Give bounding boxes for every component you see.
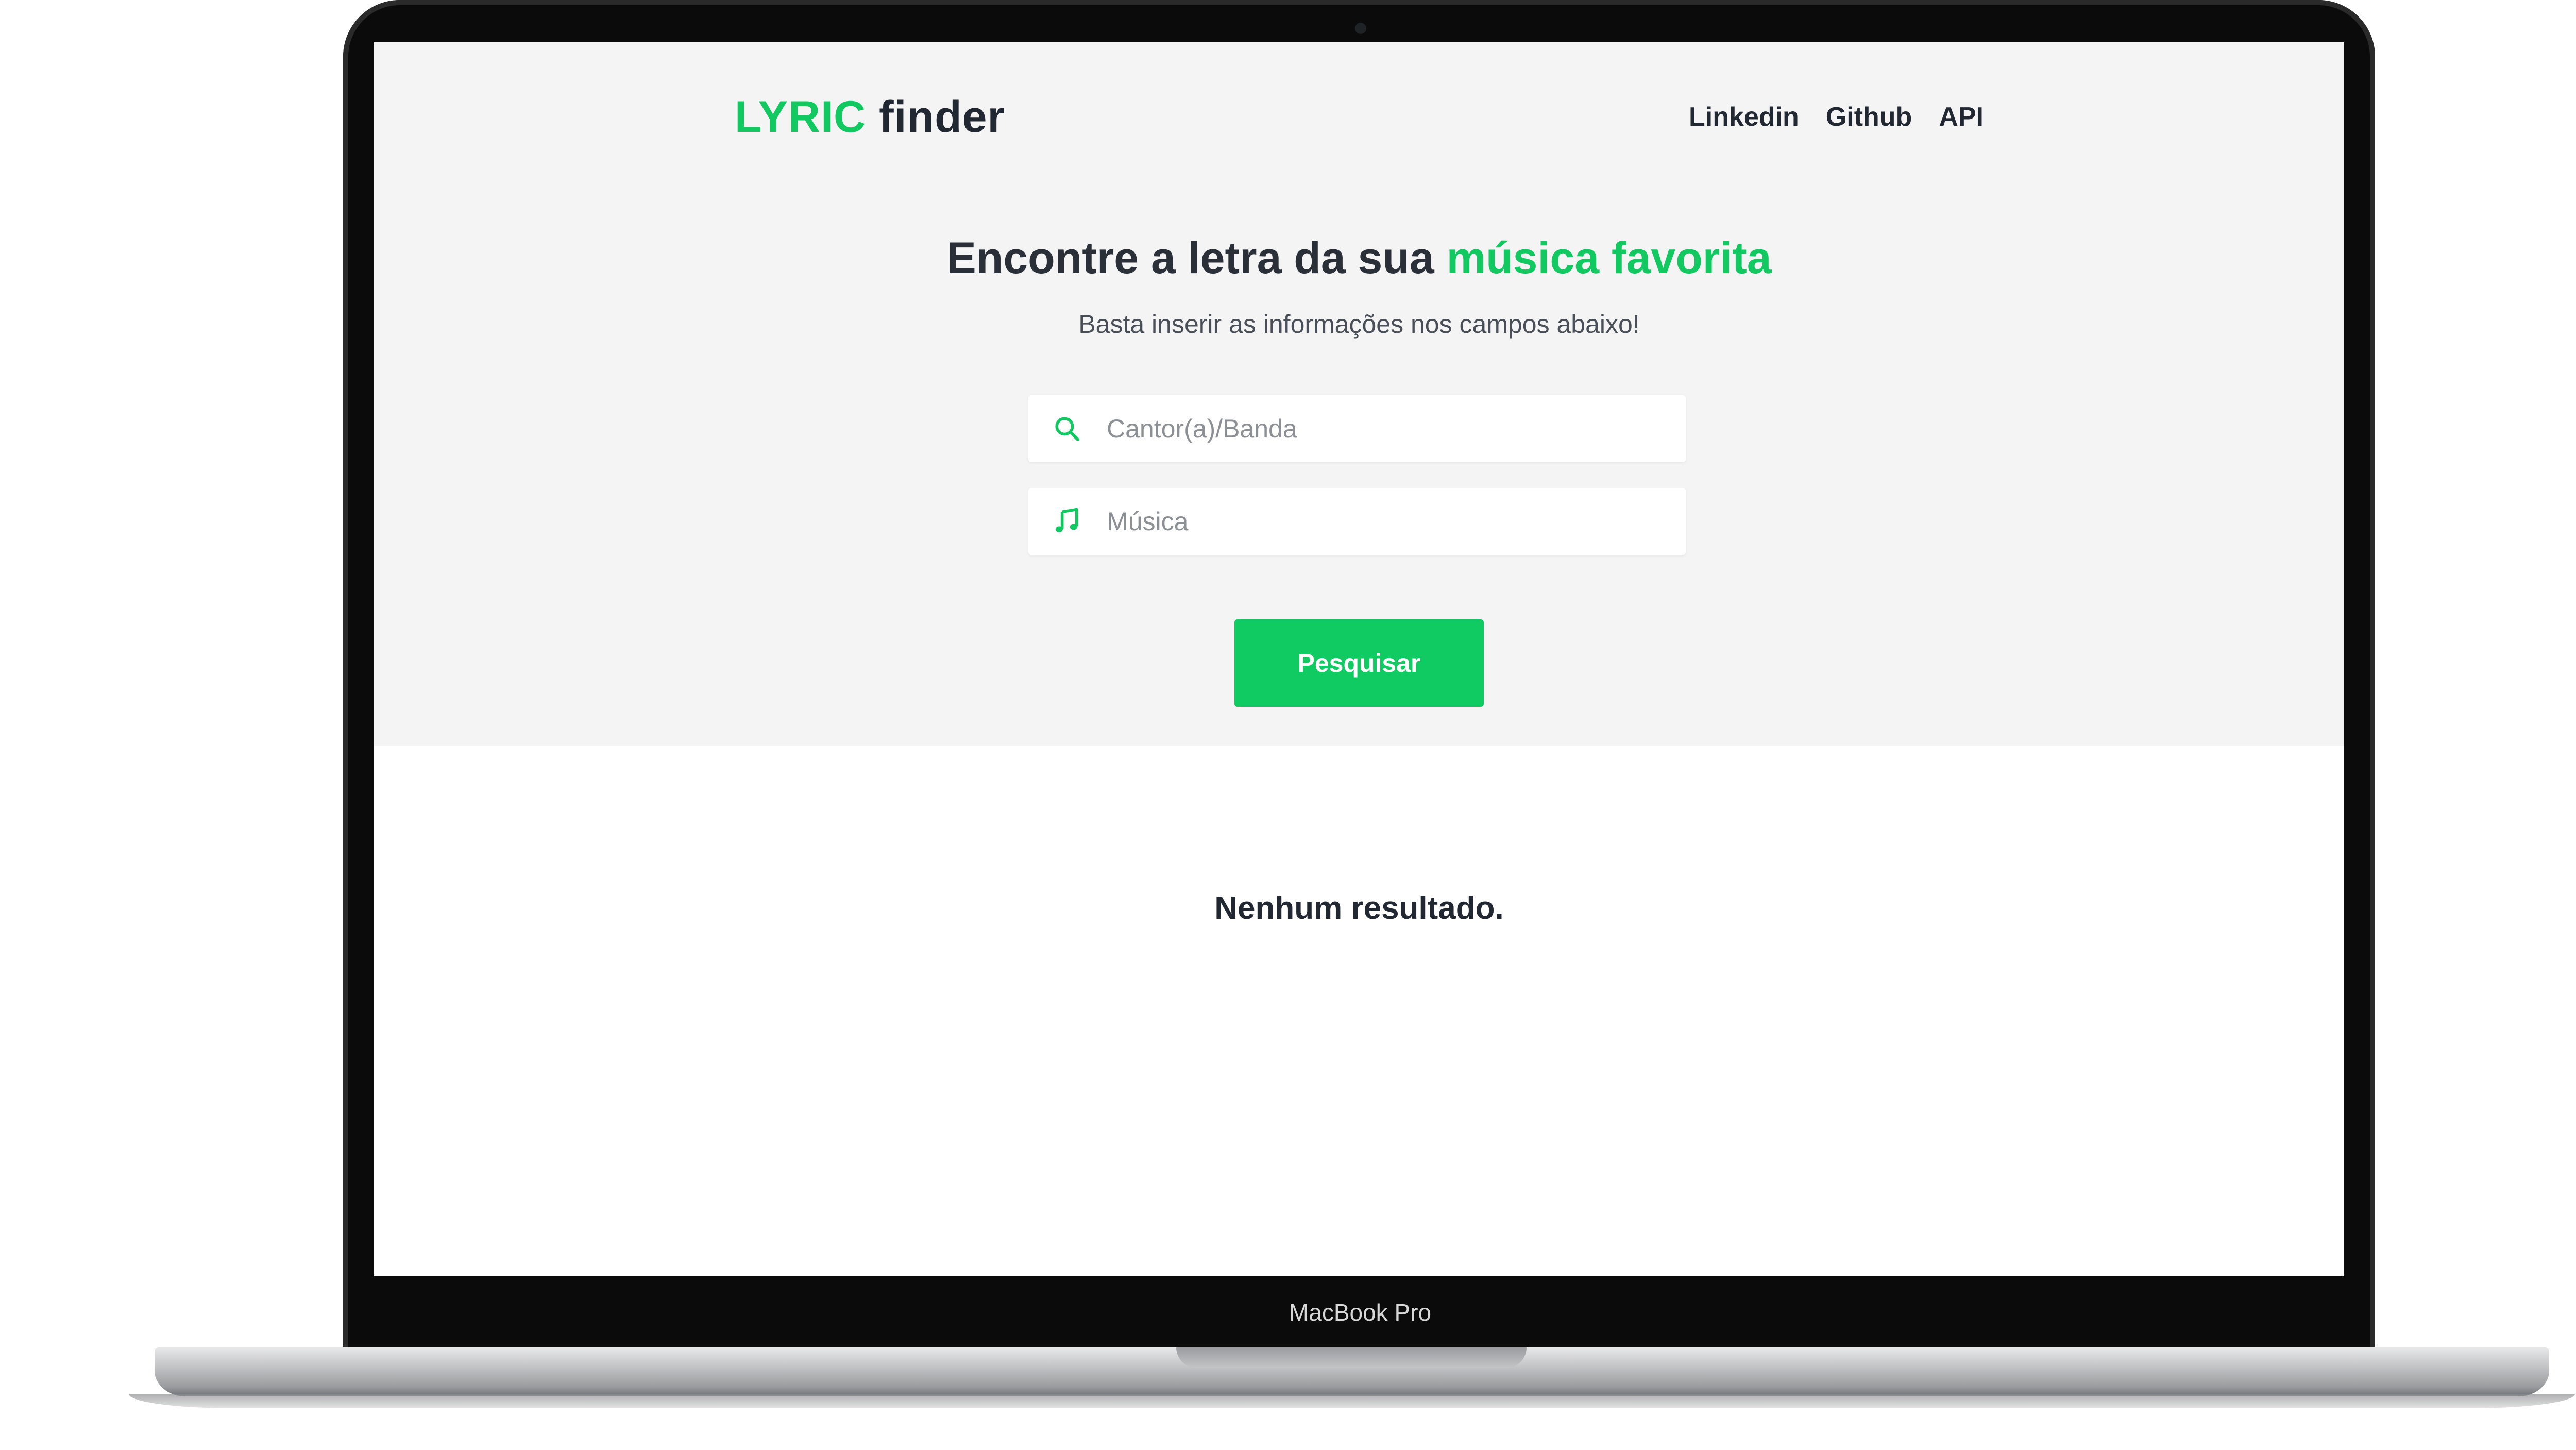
nav-link-api[interactable]: API (1939, 102, 1984, 132)
title-prefix: Encontre a letra da sua (946, 233, 1447, 283)
nav-link-github[interactable]: Github (1826, 102, 1912, 132)
navbar: LYRIC finder Linkedin Github API (735, 86, 1984, 148)
page-subtitle: Basta inserir as informações nos campos … (1078, 310, 1640, 339)
song-input[interactable] (1106, 506, 1662, 537)
music-note-icon (1028, 488, 1106, 555)
page-title: Encontre a letra da sua música favorita (374, 233, 2344, 284)
camera-icon (1355, 23, 1366, 34)
no-results-message: Nenhum resultado. (1214, 890, 1504, 926)
site-logo[interactable]: LYRIC finder (735, 92, 1005, 143)
nav-links: Linkedin Github API (1689, 102, 1984, 132)
browser-screen: LYRIC finder Linkedin Github API Encontr… (374, 42, 2344, 1276)
song-field[interactable] (1028, 488, 1686, 555)
device-label: MacBook Pro (1289, 1299, 1432, 1326)
search-icon (1028, 395, 1106, 462)
artist-field[interactable] (1028, 395, 1686, 462)
hero-section: LYRIC finder Linkedin Github API Encontr… (374, 42, 2344, 746)
search-button[interactable]: Pesquisar (1234, 619, 1484, 707)
logo-rest: finder (866, 92, 1005, 142)
logo-accent: LYRIC (735, 92, 867, 142)
laptop-notch (1176, 1347, 1527, 1368)
artist-input[interactable] (1106, 413, 1662, 444)
title-highlight: música favorita (1446, 233, 1772, 283)
laptop-foot (129, 1394, 2575, 1408)
nav-link-linkedin[interactable]: Linkedin (1689, 102, 1799, 132)
